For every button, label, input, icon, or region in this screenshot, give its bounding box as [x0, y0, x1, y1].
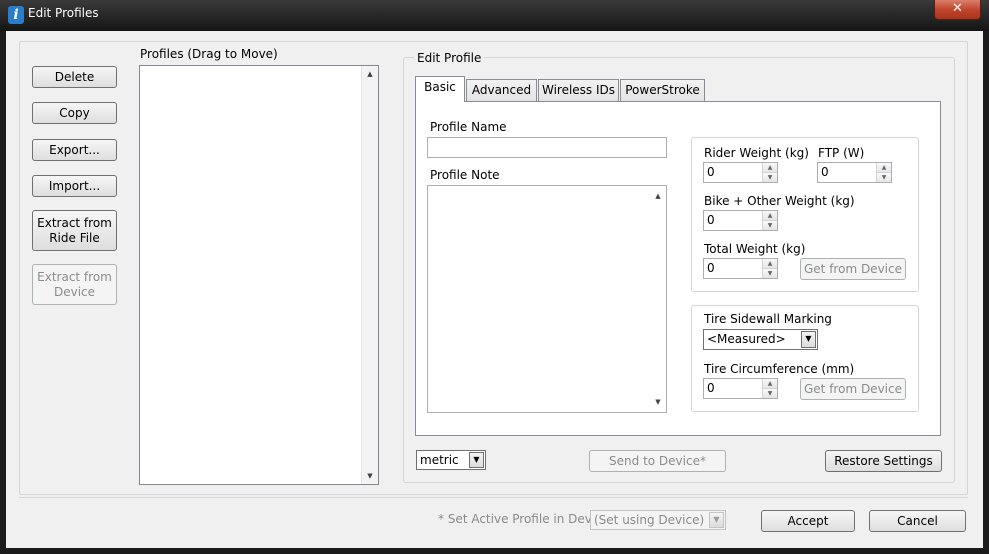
ftp-spin-buttons: ▲ ▼: [876, 163, 891, 182]
profiles-list-label: Profiles (Drag to Move): [140, 47, 278, 61]
import-button[interactable]: Import...: [32, 175, 117, 197]
rider-weight-value: 0: [707, 165, 715, 179]
spin-up-icon[interactable]: ▲: [877, 163, 891, 173]
bike-weight-label: Bike + Other Weight (kg): [704, 194, 855, 208]
profile-note-textarea[interactable]: ▲ ▼: [427, 185, 667, 413]
total-weight-spin-buttons: ▲ ▼: [762, 259, 777, 278]
tab-wireless-ids[interactable]: Wireless IDs: [538, 79, 619, 101]
footer-separator: [19, 497, 968, 498]
edit-profile-group-label: Edit Profile: [414, 51, 485, 65]
active-profile-select[interactable]: (Set using Device) ▼: [590, 510, 726, 530]
chevron-down-icon[interactable]: ▼: [469, 452, 484, 468]
get-tire-from-device-button[interactable]: Get from Device: [800, 378, 906, 400]
tab-basic[interactable]: Basic: [415, 76, 465, 102]
units-select[interactable]: metric ▼: [416, 450, 486, 470]
ftp-spinner[interactable]: 0 ▲ ▼: [817, 162, 892, 183]
ftp-label: FTP (W): [818, 146, 865, 160]
extract-from-ride-file-button[interactable]: Extract from Ride File: [32, 210, 117, 251]
title-bar: i Edit Profiles ✕: [0, 0, 989, 31]
profile-name-input[interactable]: [427, 137, 667, 158]
total-weight-value: 0: [707, 261, 715, 275]
restore-settings-button[interactable]: Restore Settings: [825, 450, 942, 472]
spin-down-icon[interactable]: ▼: [763, 268, 777, 278]
delete-button[interactable]: Delete: [32, 66, 117, 88]
cancel-button[interactable]: Cancel: [869, 510, 966, 532]
bike-weight-spin-buttons: ▲ ▼: [762, 211, 777, 230]
extract-ride-line1: Extract from: [37, 215, 112, 230]
profile-note-label: Profile Note: [430, 168, 500, 182]
spin-down-icon[interactable]: ▼: [763, 172, 777, 182]
close-button[interactable]: ✕: [934, 0, 981, 20]
tire-marking-value: <Measured>: [707, 332, 786, 346]
copy-button[interactable]: Copy: [32, 102, 117, 124]
chevron-down-icon[interactable]: ▼: [801, 331, 816, 348]
rider-weight-spinner[interactable]: 0 ▲ ▼: [703, 162, 778, 183]
active-profile-label: * Set Active Profile in Device: [438, 512, 610, 526]
rider-weight-spin-buttons: ▲ ▼: [762, 163, 777, 182]
tire-marking-label: Tire Sidewall Marking: [704, 312, 832, 326]
scroll-up-icon[interactable]: ▲: [362, 66, 378, 82]
spin-down-icon[interactable]: ▼: [763, 220, 777, 230]
tab-powerstroke[interactable]: PowerStroke: [620, 79, 705, 101]
send-to-device-button[interactable]: Send to Device*: [589, 450, 726, 472]
export-button[interactable]: Export...: [32, 139, 117, 161]
spin-up-icon[interactable]: ▲: [763, 211, 777, 221]
bike-weight-value: 0: [707, 213, 715, 227]
profiles-list[interactable]: ▲ ▼: [139, 65, 379, 485]
profile-name-label: Profile Name: [430, 120, 507, 134]
spin-down-icon[interactable]: ▼: [763, 388, 777, 398]
scroll-down-icon[interactable]: ▼: [362, 468, 378, 484]
extract-ride-line2: Ride File: [49, 230, 100, 245]
tire-circumference-value: 0: [707, 381, 715, 395]
tire-circumference-spin-buttons: ▲ ▼: [762, 379, 777, 398]
tire-marking-select[interactable]: <Measured> ▼: [703, 329, 818, 350]
bike-weight-spinner[interactable]: 0 ▲ ▼: [703, 210, 778, 231]
units-value: metric: [420, 453, 459, 467]
spin-up-icon[interactable]: ▲: [763, 163, 777, 173]
tire-circumference-spinner[interactable]: 0 ▲ ▼: [703, 378, 778, 399]
scroll-up-icon[interactable]: ▲: [650, 188, 666, 204]
accept-button[interactable]: Accept: [761, 510, 855, 532]
active-profile-value: (Set using Device): [594, 513, 705, 527]
total-weight-spinner[interactable]: 0 ▲ ▼: [703, 258, 778, 279]
ftp-value: 0: [821, 165, 829, 179]
tire-circumference-label: Tire Circumference (mm): [704, 362, 855, 376]
extract-from-device-button[interactable]: Extract from Device: [32, 264, 117, 305]
tab-advanced[interactable]: Advanced: [466, 79, 537, 101]
dialog-body: Delete Copy Export... Import... Extract …: [6, 31, 983, 548]
app-logo-icon: i: [8, 6, 24, 24]
extract-device-line2: Device: [53, 284, 96, 299]
profiles-list-scrollbar[interactable]: ▲ ▼: [361, 66, 378, 484]
profile-note-scrollbar[interactable]: ▲ ▼: [650, 186, 666, 412]
get-weight-from-device-button[interactable]: Get from Device: [800, 258, 906, 280]
extract-device-line1: Extract from: [37, 269, 112, 284]
chevron-down-icon[interactable]: ▼: [709, 512, 724, 528]
scroll-down-icon[interactable]: ▼: [650, 394, 666, 410]
rider-weight-label: Rider Weight (kg): [704, 146, 809, 160]
window-title: Edit Profiles: [28, 6, 99, 20]
spin-down-icon[interactable]: ▼: [877, 172, 891, 182]
spin-up-icon[interactable]: ▲: [763, 259, 777, 269]
total-weight-label: Total Weight (kg): [704, 242, 806, 256]
spin-up-icon[interactable]: ▲: [763, 379, 777, 389]
